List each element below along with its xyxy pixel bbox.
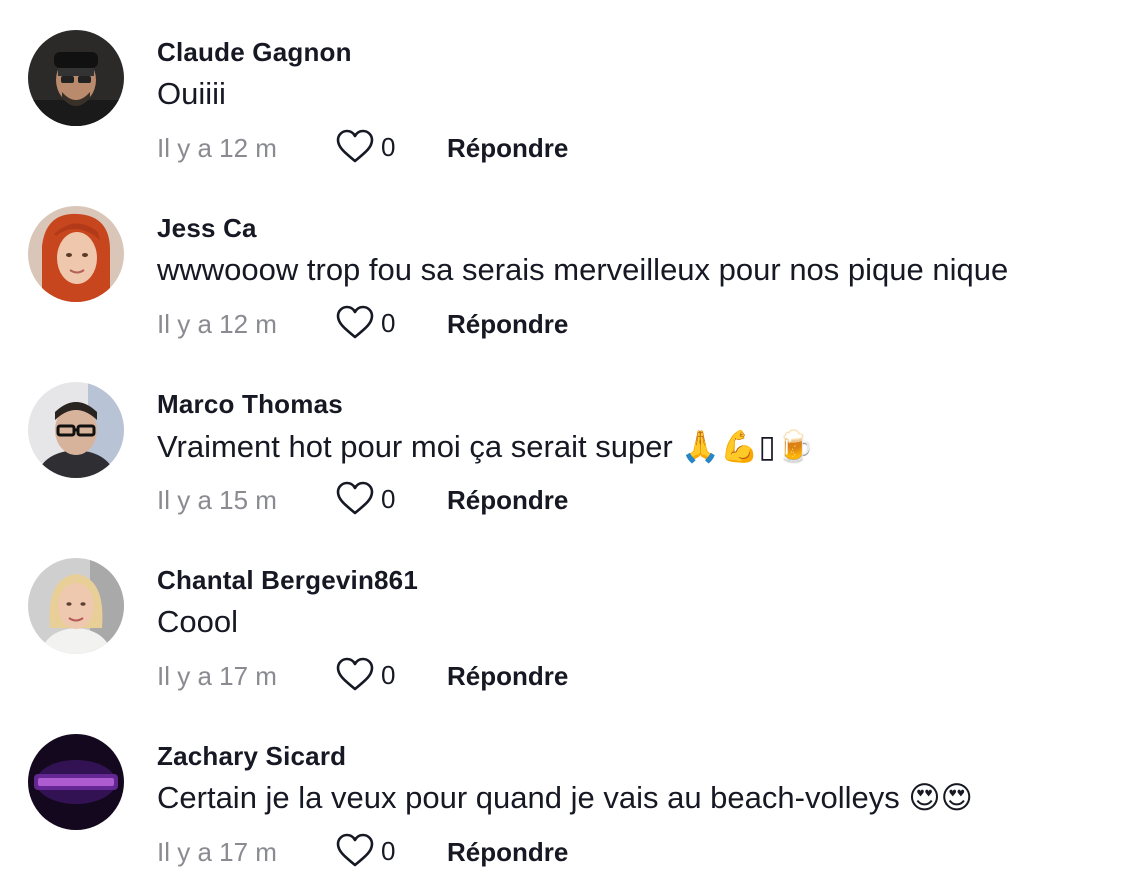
- like-button[interactable]: [335, 303, 375, 343]
- comment-username[interactable]: Zachary Sicard: [157, 741, 346, 772]
- heart-outline-icon: [336, 657, 374, 691]
- reply-button[interactable]: Répondre: [447, 837, 568, 868]
- like-button[interactable]: [335, 479, 375, 519]
- comment-item: Zachary Sicard Certain je la veux pour q…: [0, 704, 1140, 880]
- comment-meta: Il y a 17 m 0 Répondre: [157, 831, 857, 871]
- comment-text: Vraiment hot pour moi ça serait super 🙏💪…: [157, 429, 815, 464]
- like-count: 0: [381, 308, 396, 338]
- comment-item: Jess Ca wwwooow trop fou sa serais merve…: [0, 176, 1140, 352]
- comment-item: Marco Thomas Vraiment hot pour moi ça se…: [0, 352, 1140, 528]
- comment-meta: Il y a 12 m 0 Répondre: [157, 303, 857, 343]
- avatar[interactable]: [28, 558, 124, 654]
- heart-outline-icon: [336, 481, 374, 515]
- comment-username[interactable]: Marco Thomas: [157, 389, 343, 420]
- comment-time: Il y a 15 m: [157, 485, 277, 515]
- avatar[interactable]: [28, 382, 124, 478]
- comment-text: Certain je la veux pour quand je vais au…: [157, 780, 973, 815]
- heart-outline-icon: [336, 305, 374, 339]
- like-button[interactable]: [335, 831, 375, 871]
- like-count: 0: [381, 836, 396, 866]
- comment-meta: Il y a 17 m 0 Répondre: [157, 655, 857, 695]
- comment-time: Il y a 12 m: [157, 309, 277, 339]
- reply-button[interactable]: Répondre: [447, 485, 568, 516]
- comment-meta: Il y a 12 m 0 Répondre: [157, 127, 857, 167]
- avatar[interactable]: [28, 734, 124, 830]
- reply-button[interactable]: Répondre: [447, 309, 568, 340]
- comment-username[interactable]: Chantal Bergevin861: [157, 565, 418, 596]
- like-button[interactable]: [335, 655, 375, 695]
- like-count: 0: [381, 484, 396, 514]
- like-button[interactable]: [335, 127, 375, 167]
- avatar[interactable]: [28, 30, 124, 126]
- comment-time: Il y a 17 m: [157, 837, 277, 867]
- like-count: 0: [381, 660, 396, 690]
- avatar[interactable]: [28, 206, 124, 302]
- comment-username[interactable]: Claude Gagnon: [157, 37, 352, 68]
- comment-time: Il y a 12 m: [157, 133, 277, 163]
- heart-outline-icon: [336, 129, 374, 163]
- heart-outline-icon: [336, 833, 374, 867]
- reply-button[interactable]: Répondre: [447, 133, 568, 164]
- comment-item: Chantal Bergevin861 Coool Il y a 17 m 0 …: [0, 528, 1140, 704]
- like-count: 0: [381, 132, 396, 162]
- comment-list: Claude Gagnon Ouiiii Il y a 12 m 0 Répon…: [0, 0, 1140, 884]
- comment-username[interactable]: Jess Ca: [157, 213, 257, 244]
- comment-meta: Il y a 15 m 0 Répondre: [157, 479, 857, 519]
- comment-text: Coool: [157, 604, 238, 639]
- comment-time: Il y a 17 m: [157, 661, 277, 691]
- comment-text: wwwooow trop fou sa serais merveilleux p…: [157, 252, 1009, 287]
- comment-item: Claude Gagnon Ouiiii Il y a 12 m 0 Répon…: [0, 0, 1140, 176]
- comment-text: Ouiiii: [157, 76, 226, 111]
- reply-button[interactable]: Répondre: [447, 661, 568, 692]
